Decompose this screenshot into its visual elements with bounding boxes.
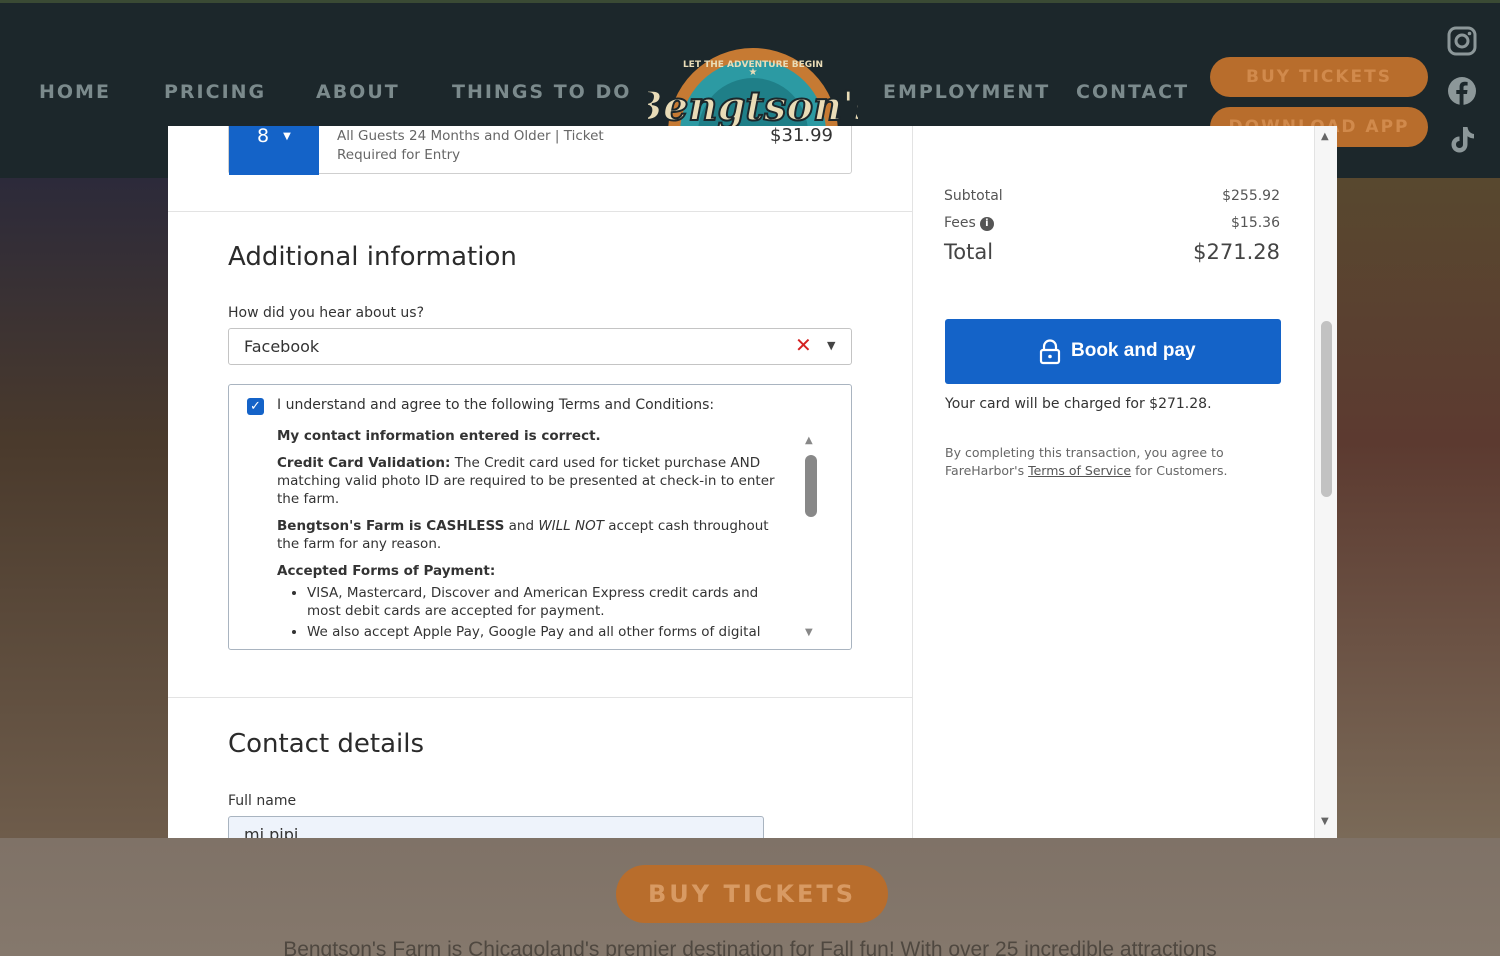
legal-text: By completing this transaction, you agre…: [945, 444, 1275, 480]
scrollbar-thumb[interactable]: [1321, 321, 1332, 497]
lock-icon: [1039, 339, 1061, 365]
terms-checkbox[interactable]: ✓: [247, 398, 264, 415]
nav-contact[interactable]: CONTACT: [1076, 81, 1189, 103]
ticket-description: All Guests 24 Months and Older | Ticket …: [337, 128, 604, 163]
clear-selection-icon[interactable]: ✕: [795, 333, 812, 357]
fees-row: Fees i $15.36: [944, 215, 1280, 231]
book-and-pay-button[interactable]: Book and pay: [945, 319, 1281, 384]
additional-info-title: Additional information: [228, 242, 517, 272]
fees-value: $15.36: [1231, 215, 1280, 231]
hero-image-left: [0, 178, 168, 838]
header-buy-tickets-button[interactable]: BUY TICKETS: [1210, 57, 1428, 97]
bengtsons-logo[interactable]: LET THE ADVENTURE BEGIN ★ Bengtson's: [648, 15, 858, 133]
book-and-pay-label: Book and pay: [1071, 340, 1196, 361]
facebook-icon[interactable]: [1446, 75, 1478, 107]
terms-scroll-up-icon[interactable]: ▲: [805, 435, 813, 446]
chevron-down-icon[interactable]: ▼: [827, 339, 835, 352]
terms-content: My contact information entered is correc…: [277, 427, 787, 649]
terms-of-service-link[interactable]: Terms of Service: [1028, 463, 1131, 478]
subtotal-label: Subtotal: [944, 188, 1003, 204]
ticket-row: 8 ▼ All Guests 24 Months and Older | Tic…: [228, 126, 852, 175]
svg-text:Bengtson's: Bengtson's: [648, 83, 858, 130]
modal-scrollbar[interactable]: ▲ ▼: [1314, 126, 1337, 838]
instagram-icon[interactable]: [1446, 25, 1478, 57]
hear-about-us-select[interactable]: Facebook ✕ ▼: [228, 328, 852, 365]
chevron-down-icon: ▼: [283, 131, 291, 142]
quantity-value: 8: [257, 126, 270, 147]
nav-pricing[interactable]: PRICING: [164, 81, 266, 103]
quantity-dropdown[interactable]: 8 ▼: [229, 126, 319, 175]
total-label: Total: [944, 240, 994, 264]
nav-about[interactable]: ABOUT: [316, 81, 400, 103]
terms-contact-info: My contact information entered is correc…: [277, 428, 601, 444]
section-divider: [168, 697, 912, 698]
terms-cashless-title: Bengtson's Farm is CASHLESS: [277, 518, 505, 534]
booking-modal: 8 ▼ All Guests 24 Months and Older | Tic…: [168, 126, 1337, 838]
legal-suffix: for Customers.: [1131, 463, 1228, 478]
terms-box: ✓ I understand and agree to the followin…: [228, 384, 852, 650]
terms-cc-title: Credit Card Validation:: [277, 455, 451, 471]
intro-text: Bengtson's Farm is Chicagoland's premier…: [283, 938, 1217, 956]
terms-scroll-down-icon[interactable]: ▼: [805, 627, 813, 638]
fees-label: Fees: [944, 215, 976, 231]
hero-image-right: [1337, 178, 1500, 838]
tiktok-icon[interactable]: [1446, 123, 1478, 155]
full-name-input[interactable]: mi pipi: [228, 816, 764, 838]
svg-text:★: ★: [749, 67, 758, 78]
subtotal-row: Subtotal $255.92: [944, 188, 1280, 204]
scroll-up-icon[interactable]: ▲: [1321, 131, 1329, 142]
full-name-label: Full name: [228, 793, 297, 809]
terms-scrollbar-thumb[interactable]: [805, 455, 817, 517]
total-row: Total $271.28: [944, 240, 1280, 264]
nav-things-to-do[interactable]: THINGS TO DO: [452, 81, 631, 103]
terms-payment-item: We also accept Apple Pay, Google Pay and…: [307, 623, 787, 641]
charge-note: Your card will be charged for $271.28.: [945, 396, 1212, 412]
terms-payment-item: VISA, Mastercard, Discover and American …: [307, 584, 787, 620]
bottom-buy-tickets-button[interactable]: BUY TICKETS: [616, 865, 888, 923]
terms-payment-title: Accepted Forms of Payment:: [277, 563, 496, 579]
hear-about-us-label: How did you hear about us?: [228, 305, 424, 321]
contact-details-title: Contact details: [228, 729, 425, 759]
hear-about-us-value: Facebook: [244, 337, 320, 356]
section-divider: [168, 211, 912, 212]
terms-will-not: WILL NOT: [538, 518, 604, 534]
ticket-price: $31.99: [770, 126, 833, 146]
full-name-value: mi pipi: [244, 825, 299, 838]
terms-heading: I understand and agree to the following …: [277, 397, 715, 413]
info-icon[interactable]: i: [979, 217, 994, 231]
subtotal-value: $255.92: [1222, 188, 1280, 204]
nav-home[interactable]: HOME: [39, 81, 111, 103]
nav-employment[interactable]: EMPLOYMENT: [883, 81, 1050, 103]
terms-cashless-and: and: [504, 518, 539, 534]
order-summary-pane: Subtotal $255.92 Fees i $15.36 Total $271…: [914, 126, 1314, 838]
booking-form-pane: 8 ▼ All Guests 24 Months and Older | Tic…: [168, 126, 913, 838]
total-value: $271.28: [1193, 240, 1280, 264]
scroll-down-icon[interactable]: ▼: [1321, 816, 1329, 827]
